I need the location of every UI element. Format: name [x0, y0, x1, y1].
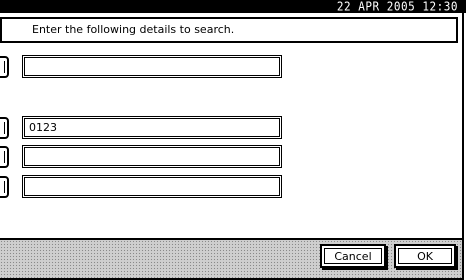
search-field-1[interactable] [22, 55, 282, 78]
field-2-select-button[interactable] [0, 117, 9, 139]
search-field-3[interactable] [22, 145, 282, 168]
field-4-select-button[interactable] [0, 176, 9, 198]
cancel-button-frame [324, 248, 382, 264]
date-time-display: 22 APR 2005 12:30 [336, 0, 458, 14]
field-3-select-button[interactable] [0, 146, 9, 168]
instruction-banner: Enter the following details to search. [0, 17, 458, 43]
instruction-text: Enter the following details to search. [32, 23, 235, 36]
search-field-2-value: 0123 [29, 121, 57, 134]
search-field-4[interactable] [22, 175, 282, 198]
status-bar: 22 APR 2005 12:30 [0, 0, 466, 14]
bottom-action-bar [0, 238, 462, 278]
ok-button-frame [398, 248, 452, 264]
cancel-button[interactable]: Cancel [320, 244, 386, 268]
field-1-select-button[interactable] [0, 56, 9, 78]
ok-button[interactable]: OK [394, 244, 456, 268]
search-field-2[interactable]: 0123 [22, 116, 282, 139]
